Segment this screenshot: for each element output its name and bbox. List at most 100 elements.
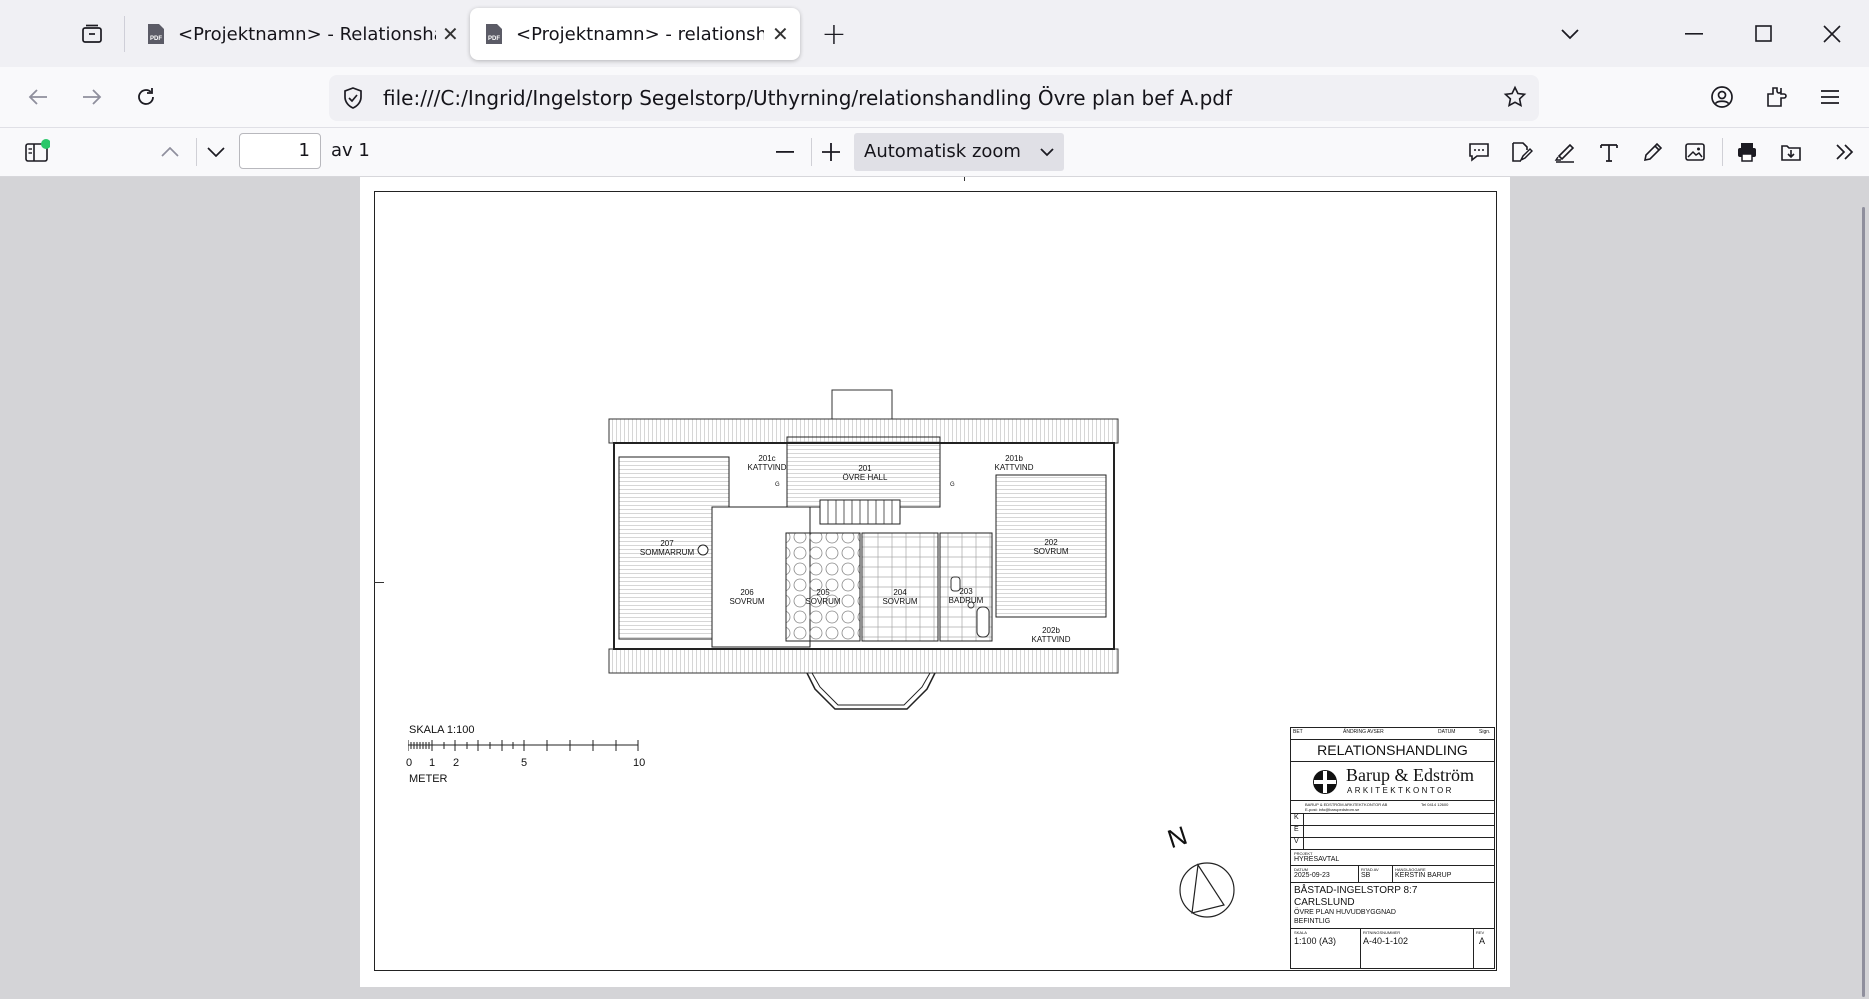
reload-icon[interactable] bbox=[126, 77, 166, 117]
skala-label: SKALA bbox=[1294, 930, 1307, 935]
drawing-title-1: BÅSTAD-INGELSTORP 8:7 bbox=[1294, 885, 1418, 896]
svg-text:PDF: PDF bbox=[150, 36, 162, 42]
rev-value: A bbox=[1479, 936, 1486, 946]
firm-subtitle: ARKITEKTKONTOR bbox=[1347, 786, 1454, 795]
scale-tick-5: 5 bbox=[521, 757, 528, 769]
firm-logo-icon bbox=[1313, 770, 1337, 794]
firefox-view-icon bbox=[82, 24, 102, 43]
chevron-down-icon bbox=[1040, 133, 1054, 171]
svg-text:PDF: PDF bbox=[488, 36, 500, 42]
list-tabs-icon[interactable] bbox=[1550, 16, 1590, 52]
ritad-value: SB bbox=[1361, 872, 1371, 879]
row-k: K bbox=[1294, 814, 1299, 821]
next-page-icon[interactable] bbox=[198, 133, 234, 171]
draw-icon[interactable] bbox=[1634, 133, 1672, 171]
room-205: 205 SOVRUM bbox=[805, 588, 841, 606]
kev-rows: K E V bbox=[1291, 813, 1494, 849]
address-bar[interactable]: file:///C:/Ingrid/Ingelstorp Segelstorp/… bbox=[329, 75, 1539, 121]
skala-value: 1:100 (A3) bbox=[1294, 936, 1337, 946]
room-201c: 201c KATTVIND bbox=[747, 454, 787, 472]
comment-icon[interactable] bbox=[1460, 133, 1498, 171]
page-count: av 1 bbox=[331, 140, 370, 161]
north-arrow-icon bbox=[1179, 862, 1235, 918]
rev-header-datum: DATUM bbox=[1438, 729, 1456, 735]
url-text: file:///C:/Ingrid/Ingelstorp Segelstorp/… bbox=[383, 86, 1233, 110]
zoom-in-icon[interactable] bbox=[812, 133, 850, 171]
forward-icon[interactable] bbox=[72, 77, 112, 117]
scale-bar bbox=[408, 740, 639, 751]
account-icon[interactable] bbox=[1702, 77, 1742, 117]
scale-label: SKALA 1:100 bbox=[409, 724, 475, 736]
pdf-page: 201 ÖVRE HALL 201b KATTVIND 201c KATTVIND 2… bbox=[360, 177, 1510, 987]
firm-contact-b: Tel 0414 12600 bbox=[1421, 802, 1449, 807]
rev-label: REV bbox=[1476, 930, 1485, 935]
title-block: BET ÄNDRING AVSER DATUM Sign. RELATIONSH… bbox=[1290, 727, 1495, 969]
pdf-icon: PDF bbox=[146, 23, 166, 45]
close-tab-icon[interactable]: ✕ bbox=[442, 22, 459, 46]
tab-title: <Projektnamn> - relationshandling bbox=[516, 23, 764, 45]
room-203: 203 BADRUM bbox=[948, 587, 984, 605]
rev-header-bet: BET bbox=[1293, 729, 1303, 735]
sidebar-toggle-icon[interactable] bbox=[18, 133, 56, 171]
room-202: 202 SOVRUM bbox=[1033, 538, 1069, 556]
firm-name: Barup & Edström bbox=[1346, 765, 1474, 785]
maximize-icon[interactable] bbox=[1744, 16, 1784, 52]
shield-icon[interactable] bbox=[341, 86, 365, 114]
scale-tick-2: 2 bbox=[453, 757, 460, 769]
bookmark-star-icon[interactable] bbox=[1503, 85, 1527, 113]
zoom-out-icon[interactable] bbox=[766, 133, 804, 171]
tab-strip: PDF <Projektnamn> - Relationshandling ✕ … bbox=[0, 0, 1869, 67]
pdf-icon: PDF bbox=[484, 23, 504, 45]
highlight-icon[interactable] bbox=[1546, 133, 1584, 171]
tab-1[interactable]: PDF <Projektnamn> - Relationshandling ✕ bbox=[132, 8, 462, 60]
scale-tick-10: 10 bbox=[633, 757, 646, 769]
firefox-view-button[interactable] bbox=[72, 16, 112, 52]
download-icon[interactable] bbox=[1772, 133, 1810, 171]
row-v: V bbox=[1294, 838, 1299, 845]
scale-tick-0: 0 bbox=[406, 757, 413, 769]
previous-page-icon[interactable] bbox=[152, 133, 188, 171]
firm-contact-c: E-post: info@barupedstrom.se bbox=[1305, 807, 1360, 812]
ritningsnummer-value: A-40-1-102 bbox=[1363, 936, 1409, 946]
zoom-value: Automatisk zoom bbox=[864, 141, 1021, 162]
revision-header: BET ÄNDRING AVSER DATUM Sign. bbox=[1291, 728, 1494, 740]
tab-separator bbox=[124, 16, 125, 52]
image-icon[interactable] bbox=[1676, 133, 1714, 171]
room-206: 206 SOVRUM bbox=[729, 588, 765, 606]
room-201b: 201b KATTVIND bbox=[994, 454, 1034, 472]
tab-title: <Projektnamn> - Relationshandling bbox=[178, 23, 436, 45]
close-tab-icon[interactable]: ✕ bbox=[772, 22, 789, 46]
room-201: 201 ÖVRE HALL bbox=[842, 464, 888, 482]
rev-header-sign: Sign. bbox=[1479, 729, 1491, 735]
extensions-icon[interactable] bbox=[1756, 77, 1796, 117]
row-e: E bbox=[1294, 826, 1299, 833]
signature-icon[interactable] bbox=[1502, 133, 1540, 171]
document-type: RELATIONSHANDLING bbox=[1317, 742, 1468, 758]
projekt-value: HYRESAVTAL bbox=[1294, 856, 1340, 863]
print-icon[interactable] bbox=[1728, 133, 1766, 171]
scale-unit: METER bbox=[409, 773, 448, 785]
rev-header-andring: ÄNDRING AVSER bbox=[1343, 729, 1384, 735]
handlaggare-value: KERSTIN BARUP bbox=[1395, 872, 1452, 879]
closet-mark: G bbox=[775, 482, 780, 488]
scrollbar[interactable] bbox=[1862, 207, 1865, 997]
minimize-icon[interactable] bbox=[1674, 16, 1714, 52]
closet-mark: G bbox=[950, 482, 955, 488]
pdf-viewer[interactable]: 201 ÖVRE HALL 201b KATTVIND 201c KATTVIND 2… bbox=[0, 177, 1869, 999]
scale-tick-1: 1 bbox=[429, 757, 436, 769]
room-202b: 202b KATTVIND bbox=[1031, 626, 1071, 644]
close-window-icon[interactable] bbox=[1812, 16, 1852, 52]
drawing-title-2: CARLSLUND bbox=[1294, 897, 1355, 908]
room-207: 207 SOMMARRUM bbox=[639, 539, 695, 557]
ritningsnummer-label: RITNINGSNUMMER bbox=[1363, 930, 1401, 935]
datum-value: 2025-09-23 bbox=[1294, 872, 1330, 879]
zoom-select[interactable]: Automatisk zoom bbox=[854, 133, 1064, 171]
tools-overflow-icon[interactable] bbox=[1826, 133, 1864, 171]
drawing-title-3: ÖVRE PLAN HUVUDBYGGNAD bbox=[1294, 909, 1396, 916]
back-icon[interactable] bbox=[18, 77, 58, 117]
page-number-input[interactable]: 1 bbox=[239, 133, 321, 169]
new-tab-icon[interactable]: + bbox=[814, 16, 854, 52]
text-tool-icon[interactable] bbox=[1590, 133, 1628, 171]
tab-2-active[interactable]: PDF <Projektnamn> - relationshandling ✕ bbox=[470, 8, 800, 60]
menu-icon[interactable] bbox=[1810, 77, 1850, 117]
